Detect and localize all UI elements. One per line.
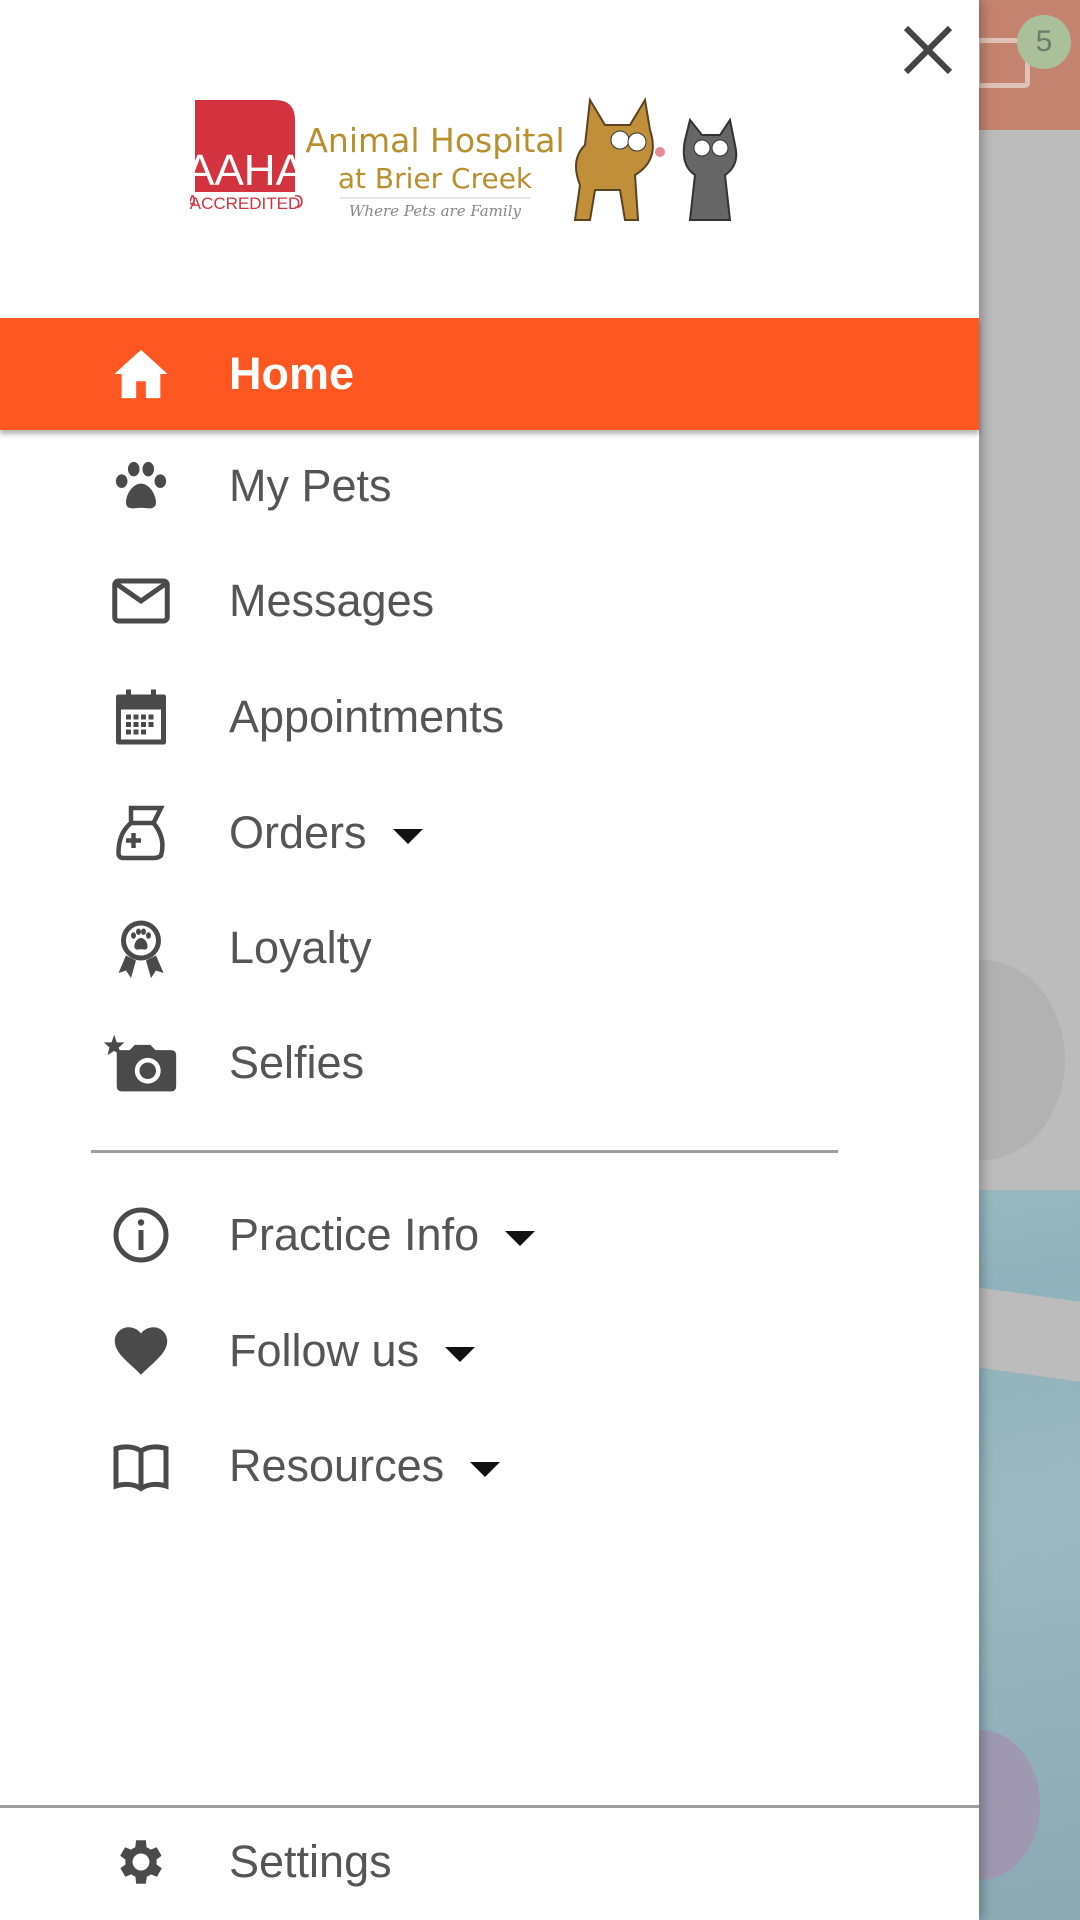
caret-down-icon[interactable]	[392, 828, 423, 844]
menu-item-follow-us[interactable]: Follow us	[0, 1295, 979, 1407]
close-icon[interactable]	[900, 22, 956, 78]
menu-item-text: Resources	[229, 1440, 445, 1491]
menu-item-label: Home	[229, 348, 355, 399]
svg-text:Animal Hospital: Animal Hospital	[305, 121, 564, 160]
menu-item-text: Practice Info	[229, 1209, 480, 1260]
caret-down-icon[interactable]	[470, 1461, 501, 1477]
menu-item-label: My Pets	[229, 460, 392, 511]
book-icon	[111, 1436, 171, 1496]
menu-item-selfies[interactable]: Selfies	[0, 1007, 979, 1119]
menu-item-my-pets[interactable]: My Pets	[0, 430, 979, 542]
menu-item-home[interactable]: Home	[0, 318, 979, 430]
menu-item-settings[interactable]: Settings	[0, 1806, 979, 1918]
menu-item-appointments[interactable]: Appointments	[0, 661, 979, 773]
menu-item-text: Appointments	[229, 691, 505, 742]
menu-item-label: Practice Info	[229, 1209, 536, 1261]
heart-icon	[111, 1321, 171, 1381]
menu-item-label: Appointments	[229, 691, 504, 743]
svg-text:at Brier Creek: at Brier Creek	[338, 162, 533, 195]
menu-item-label: Settings	[229, 1836, 392, 1887]
svg-text:Where Pets are Family: Where Pets are Family	[349, 202, 521, 220]
menu-item-label: Messages	[229, 575, 435, 626]
menu-item-label: Resources	[229, 1440, 501, 1492]
svg-text:AAHA: AAHA	[190, 146, 306, 195]
menu-item-practice-info[interactable]: Practice Info	[0, 1179, 979, 1291]
menu-item-label: Orders	[229, 807, 423, 859]
menu-item-text: Orders	[229, 807, 367, 858]
menu-divider	[91, 1150, 838, 1153]
menu-item-resources[interactable]: Resources	[0, 1410, 979, 1522]
menu-item-label: Loyalty	[229, 922, 372, 973]
home-icon	[111, 344, 171, 404]
gear-icon	[111, 1832, 171, 1892]
notification-badge: 5	[1017, 15, 1071, 69]
envelope-icon	[111, 571, 171, 631]
menu-item-label: Follow us	[229, 1325, 476, 1377]
caret-down-icon[interactable]	[445, 1346, 476, 1362]
award-ribbon-icon	[111, 918, 171, 978]
menu-item-text: Follow us	[229, 1325, 420, 1376]
menu-item-loyalty[interactable]: Loyalty	[0, 892, 979, 1004]
menu-item-orders[interactable]: Orders	[0, 777, 979, 889]
menu-item-messages[interactable]: Messages	[0, 545, 979, 657]
paw-icon	[111, 456, 171, 516]
camera-icon	[100, 1033, 180, 1093]
menu-item-label: Selfies	[229, 1037, 365, 1088]
practice-logo: AAHA ACCREDITED ACCREDITED Animal Hospit…	[190, 96, 738, 221]
medicine-bag-icon	[111, 803, 171, 863]
info-icon	[111, 1205, 171, 1265]
svg-text:ACCREDITED: ACCREDITED	[190, 194, 300, 213]
calendar-icon	[111, 687, 171, 747]
caret-down-icon[interactable]	[505, 1230, 536, 1246]
navigation-drawer: AAHA ACCREDITED ACCREDITED Animal Hospit…	[0, 0, 979, 1920]
